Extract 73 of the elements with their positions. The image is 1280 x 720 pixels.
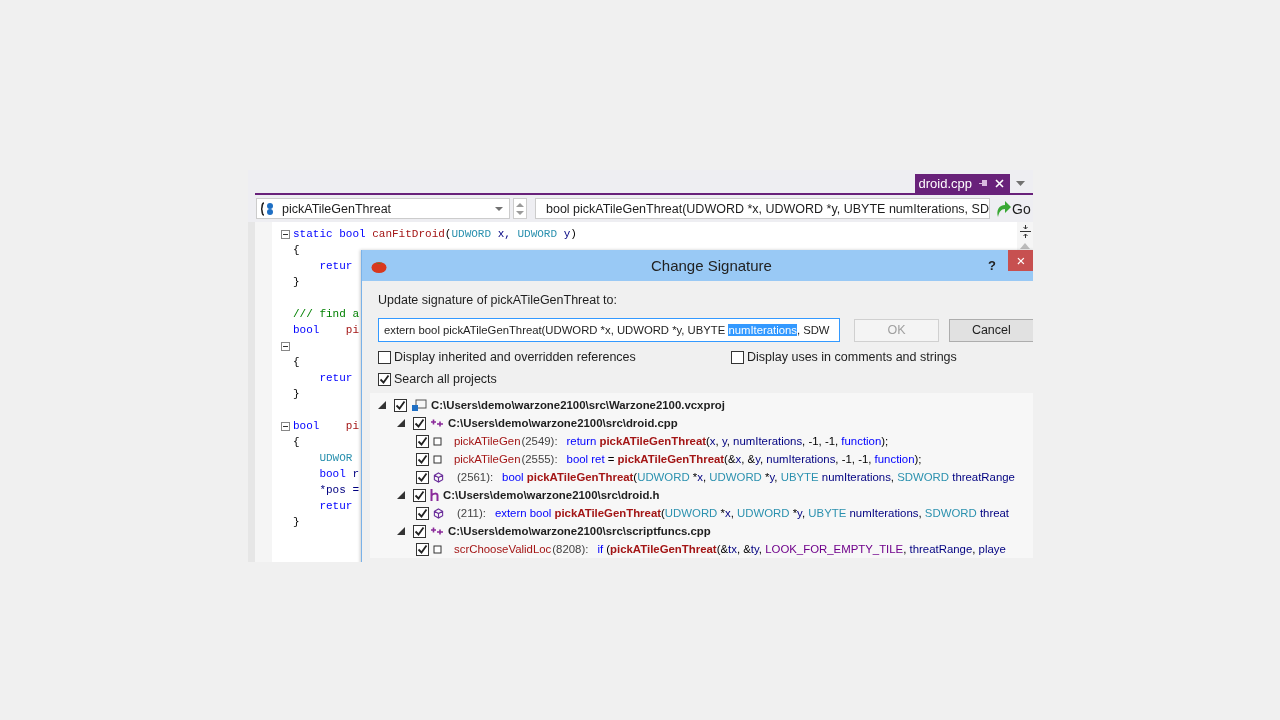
code-line: {	[293, 436, 300, 448]
header-file-icon	[430, 489, 439, 501]
checkbox[interactable]	[416, 506, 429, 520]
member-dropdown[interactable]: bool pickATileGenThreat(UDWORD *x, UDWORD *y, UBYTE numIterations, SD	[535, 198, 990, 219]
checkbox[interactable]	[378, 372, 391, 386]
checkbox[interactable]	[416, 434, 429, 448]
go-button[interactable]: Go	[993, 199, 1033, 218]
option-label[interactable]: Search all projects	[394, 372, 497, 386]
checkbox[interactable]	[413, 488, 426, 502]
cube-icon	[433, 507, 444, 519]
prompt-label: Update signature of pickATileGenThreat to:	[378, 293, 618, 309]
reference-line[interactable]: (211): extern bool pickATileGenThreat(UDWORD *x, UDWORD *y, UBYTE numIterations, SDWORD threat	[456, 507, 1009, 519]
square-icon	[433, 544, 442, 554]
close-button[interactable]: ×	[1008, 250, 1033, 271]
checkbox[interactable]	[413, 416, 426, 430]
code-line: static bool canFitDroid(UDWORD x, UDWORD y)	[293, 228, 577, 240]
dropdown-arrow-icon	[495, 206, 503, 211]
reference-line[interactable]: scrChooseValidLoc(8208): if (pickATileGenThreat(&tx, &ty, LOOK_FOR_EMPTY_TILE, threatRange, playe	[454, 543, 1006, 555]
expander-icon[interactable]	[397, 527, 405, 535]
checkbox[interactable]	[416, 470, 429, 484]
plus-plus-icon	[430, 526, 444, 536]
close-icon[interactable]	[995, 179, 1004, 188]
code-line: bool r	[318, 468, 360, 480]
code-line: UDWOR	[318, 452, 353, 464]
checkbox[interactable]	[394, 398, 407, 412]
file-path: C:\Users\demo\warzone2100\src\scriptfuncs.cpp	[448, 525, 711, 537]
square-icon	[433, 454, 442, 464]
expander-icon[interactable]	[397, 419, 405, 427]
file-path: C:\Users\demo\warzone2100\src\droid.h	[443, 489, 660, 501]
project-icon	[411, 398, 427, 412]
option-label[interactable]: Display uses in comments and strings	[747, 350, 957, 364]
checkbox[interactable]	[413, 524, 426, 538]
signature-field[interactable]: extern bool pickATileGenThreat(UDWORD *x, UDWORD *y, UBYTE numIterations, SDW	[378, 318, 841, 342]
checkbox[interactable]	[416, 452, 429, 466]
project-path: C:\Users\demo\warzone2100\src\Warzone2100.vcxproj	[431, 399, 725, 411]
document-tab[interactable]: droid.cpp	[914, 174, 1010, 193]
file-path: C:\Users\demo\warzone2100\src\droid.cpp	[448, 417, 678, 429]
curved-arrow-icon	[995, 199, 1011, 218]
option-label[interactable]: Display inherited and overridden references	[394, 350, 636, 364]
split-icon[interactable]	[1019, 225, 1031, 238]
class-icon	[260, 201, 276, 216]
code-line: bool pi	[293, 324, 359, 336]
checkbox[interactable]	[731, 350, 744, 364]
pin-icon[interactable]	[978, 179, 989, 188]
checkbox[interactable]	[378, 350, 391, 364]
code-line: /// find a	[293, 308, 359, 320]
code-line: }	[293, 276, 300, 288]
code-line: *pos =	[318, 484, 359, 496]
collapse-icon[interactable]	[281, 421, 290, 431]
reference-line[interactable]: (2561): bool pickATileGenThreat(UDWORD *x, UDWORD *y, UBYTE numIterations, SDWORD threatRange	[456, 471, 1015, 483]
dropdown-arrow-icon[interactable]	[1016, 181, 1025, 186]
code-line: }	[293, 516, 300, 528]
collapse-icon[interactable]	[281, 341, 290, 351]
code-line: {	[293, 356, 300, 368]
code-line: retur	[318, 500, 353, 512]
code-line: retur	[318, 260, 353, 272]
scope-dropdown[interactable]: pickATileGenThreat	[256, 198, 510, 219]
expander-icon[interactable]	[397, 491, 405, 499]
reference-line[interactable]: pickATileGen(2555): bool ret = pickATileGenThreat(&x, &y, numIterations, -1, -1, function);	[454, 453, 922, 465]
dialog-title: Change Signature	[651, 257, 772, 274]
cube-icon	[433, 471, 444, 483]
help-button[interactable]: ?	[984, 258, 1000, 273]
expander-icon[interactable]	[378, 401, 386, 409]
reference-line[interactable]: pickATileGen(2549): return pickATileGenThreat(x, y, numIterations, -1, -1, function);	[454, 435, 889, 447]
code-line: }	[293, 388, 300, 400]
code-line: bool pi	[293, 420, 359, 432]
square-icon	[433, 436, 442, 446]
cancel-button[interactable]: Cancel	[948, 318, 1033, 342]
collapse-icon[interactable]	[281, 229, 290, 239]
code-line: {	[293, 244, 300, 256]
plus-plus-icon	[430, 418, 444, 428]
code-line: retur	[318, 372, 353, 384]
checkbox[interactable]	[416, 542, 429, 556]
